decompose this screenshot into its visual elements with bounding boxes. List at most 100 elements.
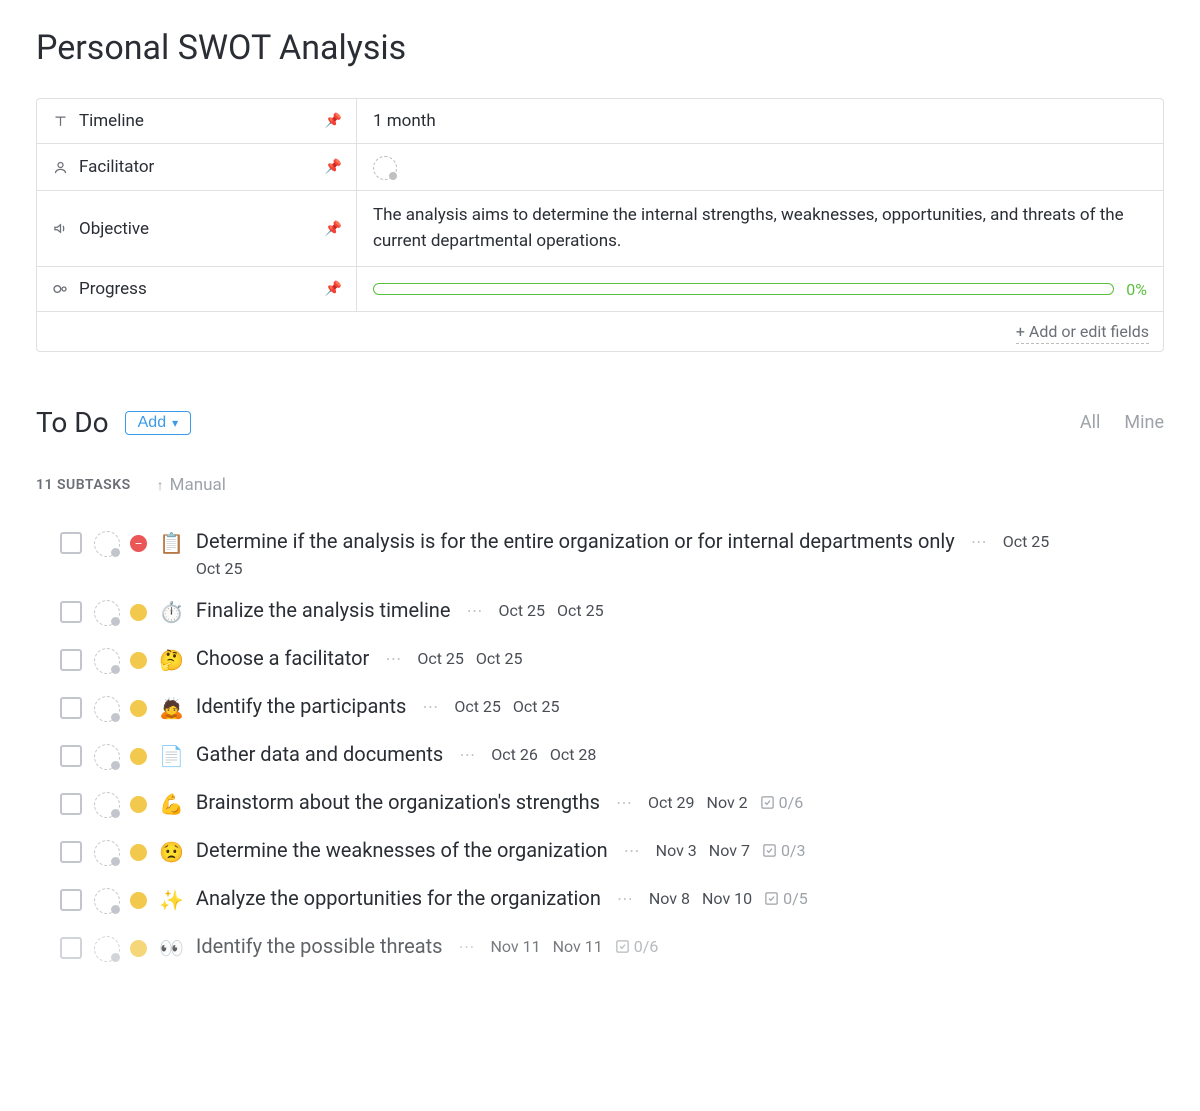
priority-normal-icon[interactable] <box>130 604 147 621</box>
unassigned-avatar-icon[interactable] <box>94 840 118 864</box>
unassigned-avatar-icon[interactable] <box>94 648 118 672</box>
speaker-icon <box>51 221 69 236</box>
field-timeline-label[interactable]: Timeline 📌 <box>37 99 357 143</box>
priority-normal-icon[interactable] <box>130 700 147 717</box>
task-start-date[interactable]: Oct 25 <box>454 697 501 716</box>
priority-normal-icon[interactable] <box>130 652 147 669</box>
add-task-button[interactable]: Add <box>125 411 192 435</box>
field-objective-label[interactable]: Objective 📌 <box>37 191 357 266</box>
field-progress-label[interactable]: Progress 📌 <box>37 267 357 311</box>
task-start-date[interactable]: Nov 11 <box>491 937 541 956</box>
pin-icon[interactable]: 📌 <box>325 281 342 297</box>
drag-handle-icon[interactable]: ⋯ <box>462 601 486 620</box>
unassigned-avatar-icon[interactable] <box>94 888 118 912</box>
checklist-count[interactable]: 0/6 <box>760 793 804 812</box>
task-row[interactable]: 🤔Choose a facilitator⋯Oct 25Oct 25 <box>60 636 1164 684</box>
task-title[interactable]: Determine the weaknesses of the organiza… <box>196 838 608 862</box>
task-checkbox[interactable] <box>60 793 82 815</box>
task-emoji-icon: ⏱️ <box>159 598 184 626</box>
checklist-count[interactable]: 0/3 <box>762 841 806 860</box>
pin-icon[interactable]: 📌 <box>325 221 342 237</box>
task-due-date[interactable]: Nov 7 <box>709 841 750 860</box>
drag-handle-icon[interactable]: ⋯ <box>381 649 405 668</box>
task-row[interactable]: 🙇Identify the participants⋯Oct 25Oct 25 <box>60 684 1164 732</box>
task-title[interactable]: Analyze the opportunities for the organi… <box>196 886 601 910</box>
task-title[interactable]: Brainstorm about the organization's stre… <box>196 790 600 814</box>
unassigned-avatar-icon[interactable] <box>94 744 118 768</box>
field-timeline-value[interactable]: 1 month <box>357 99 1163 143</box>
task-title[interactable]: Finalize the analysis timeline <box>196 598 451 622</box>
task-due-date[interactable]: Oct 25 <box>476 649 523 668</box>
unassigned-avatar-icon[interactable] <box>94 792 118 816</box>
task-start-date[interactable]: Oct 26 <box>491 745 538 764</box>
drag-handle-icon[interactable]: ⋯ <box>620 841 644 860</box>
task-row[interactable]: 💪Brainstorm about the organization's str… <box>60 780 1164 828</box>
task-row[interactable]: ⏱️ Finalize the analysis timeline ⋯ Oct 25 O… <box>60 588 1164 636</box>
pin-icon[interactable]: 📌 <box>325 113 342 129</box>
task-title[interactable]: Identify the possible threats <box>196 934 443 958</box>
drag-handle-icon[interactable]: ⋯ <box>418 697 442 716</box>
task-title[interactable]: Choose a facilitator <box>196 646 369 670</box>
task-title[interactable]: Identify the participants <box>196 694 406 718</box>
task-start-date[interactable]: Oct 25 <box>1003 532 1050 551</box>
task-due-date[interactable]: Nov 11 <box>553 937 603 956</box>
task-due-date[interactable]: Oct 25 <box>196 559 1164 578</box>
drag-handle-icon[interactable]: ⋯ <box>613 889 637 908</box>
drag-handle-icon[interactable]: ⋯ <box>455 937 479 956</box>
priority-normal-icon[interactable] <box>130 844 147 861</box>
unassigned-avatar-icon[interactable] <box>94 600 118 624</box>
field-objective-label-text: Objective <box>79 219 149 239</box>
task-checkbox[interactable] <box>60 697 82 719</box>
task-due-date[interactable]: Oct 28 <box>550 745 597 764</box>
task-due-date[interactable]: Nov 10 <box>702 889 752 908</box>
task-start-date[interactable]: Nov 8 <box>649 889 690 908</box>
field-facilitator-value[interactable] <box>357 144 1163 190</box>
task-checkbox[interactable] <box>60 889 82 911</box>
unassigned-avatar-icon[interactable] <box>94 531 118 555</box>
unassigned-avatar-icon[interactable] <box>373 156 395 178</box>
task-start-date[interactable]: Oct 29 <box>648 793 695 812</box>
pin-icon[interactable]: 📌 <box>325 159 342 175</box>
task-checkbox[interactable] <box>60 601 82 623</box>
task-start-date[interactable]: Nov 3 <box>656 841 697 860</box>
priority-urgent-icon[interactable]: – <box>130 535 147 552</box>
drag-handle-icon[interactable]: ⋯ <box>455 745 479 764</box>
field-facilitator-label[interactable]: Facilitator 📌 <box>37 144 357 190</box>
task-row[interactable]: 👀Identify the possible threats⋯Nov 11Nov… <box>60 924 1164 972</box>
task-row[interactable]: ✨Analyze the opportunities for the organ… <box>60 876 1164 924</box>
priority-normal-icon[interactable] <box>130 892 147 909</box>
task-due-date[interactable]: Oct 25 <box>513 697 560 716</box>
field-progress-value[interactable]: 0% <box>357 267 1163 311</box>
task-title[interactable]: Gather data and documents <box>196 742 443 766</box>
task-start-date[interactable]: Oct 25 <box>498 601 545 620</box>
priority-normal-icon[interactable] <box>130 796 147 813</box>
add-edit-fields-link[interactable]: + Add or edit fields <box>1016 322 1149 344</box>
task-body: Determine the weaknesses of the organiza… <box>196 838 1164 862</box>
task-row[interactable]: 😟 Determine the weaknesses of the organiz… <box>60 828 1164 876</box>
task-checkbox[interactable] <box>60 745 82 767</box>
filter-all[interactable]: All <box>1080 412 1101 433</box>
unassigned-avatar-icon[interactable] <box>94 696 118 720</box>
field-facilitator: Facilitator 📌 <box>37 144 1163 191</box>
task-row[interactable]: –📋Determine if the analysis is for the e… <box>60 519 1164 588</box>
task-checkbox[interactable] <box>60 649 82 671</box>
task-emoji-icon: 😟 <box>159 838 184 866</box>
field-objective-value[interactable]: The analysis aims to determine the inter… <box>357 191 1163 266</box>
drag-handle-icon[interactable]: ⋯ <box>967 532 991 551</box>
task-checkbox[interactable] <box>60 841 82 863</box>
checklist-count[interactable]: 0/6 <box>615 937 659 956</box>
task-due-date[interactable]: Oct 25 <box>557 601 604 620</box>
priority-normal-icon[interactable] <box>130 940 147 957</box>
sort-toggle[interactable]: ↑ Manual <box>157 475 226 495</box>
task-checkbox[interactable] <box>60 937 82 959</box>
task-start-date[interactable]: Oct 25 <box>417 649 464 668</box>
task-row[interactable]: 📄Gather data and documents⋯Oct 26Oct 28 <box>60 732 1164 780</box>
filter-mine[interactable]: Mine <box>1124 412 1164 433</box>
task-due-date[interactable]: Nov 2 <box>707 793 748 812</box>
priority-normal-icon[interactable] <box>130 748 147 765</box>
task-checkbox[interactable] <box>60 532 82 554</box>
checklist-count[interactable]: 0/5 <box>764 889 808 908</box>
unassigned-avatar-icon[interactable] <box>94 936 118 960</box>
drag-handle-icon[interactable]: ⋯ <box>612 793 636 812</box>
task-title[interactable]: Determine if the analysis is for the ent… <box>196 529 955 553</box>
